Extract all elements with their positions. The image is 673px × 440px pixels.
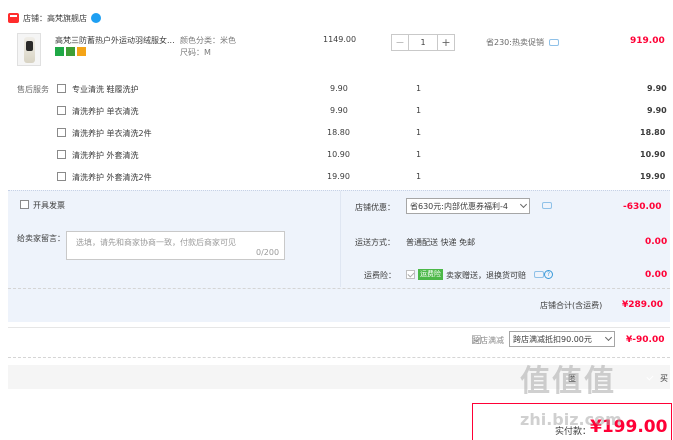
service-qty: 1	[416, 172, 422, 181]
cross-store-select[interactable]: 跨店满减抵扣90.00元	[509, 331, 615, 347]
service-price: 19.90	[327, 172, 350, 181]
service-total: 9.90	[647, 106, 667, 115]
buy-label: 买	[660, 374, 668, 383]
chat-wangwang-icon[interactable]	[91, 13, 101, 23]
cart-item-row: 高梵三防蓄热户外运动羽绒服女... 颜色分类：米色 尺码：M 1149.00 −…	[8, 30, 672, 66]
chevron-down-icon	[604, 333, 613, 342]
service-total: 19.90	[640, 172, 666, 181]
service-checkbox[interactable]	[57, 106, 66, 115]
shipping-label: 运送方式：	[355, 238, 395, 247]
product-badges	[55, 47, 86, 56]
unit-price: 1149.00	[323, 35, 357, 44]
service-price: 9.90	[330, 106, 348, 115]
increase-button[interactable]: +	[438, 35, 454, 50]
service-row: 清洗养护 外套清洗 10.90 1 10.90	[0, 146, 673, 168]
service-name: 专业清洗 鞋履洗护	[72, 85, 139, 94]
cross-store-label: 跨店满减	[472, 336, 504, 345]
shop-total-label: 店铺合计(含运费)	[540, 301, 603, 310]
service-price: 18.80	[327, 128, 350, 137]
shop-coupon-select[interactable]: 省630元:内部优惠券福利-4	[406, 198, 530, 214]
invoice-label: 开具发票	[33, 201, 65, 210]
product-title[interactable]: 高梵三防蓄热户外运动羽绒服女...	[55, 35, 183, 46]
quantity-input[interactable]: 1	[408, 35, 438, 50]
service-qty: 1	[416, 84, 422, 93]
item-total: 919.00	[630, 36, 665, 46]
service-name: 清洗养护 单衣清洗2件	[72, 129, 152, 138]
message-textarea[interactable]: 选填，请先和商家协商一致，付款后商家可见 0/200	[66, 231, 285, 260]
shop-coupon-amount: -630.00	[623, 202, 662, 212]
shop-total-value: ¥289.00	[622, 300, 663, 310]
panel-separator	[8, 288, 670, 289]
insurance-text: 卖家赠送，退换货可赔	[446, 271, 526, 280]
chevron-down-icon	[519, 200, 528, 209]
cross-store-value: 跨店满减抵扣90.00元	[513, 334, 592, 344]
service-total: 18.80	[640, 128, 666, 137]
service-row: 清洗养护 单衣清洗 9.90 1 9.90	[0, 102, 673, 124]
insurance-label: 运费险：	[364, 271, 396, 280]
message-placeholder: 选填，请先和商家协商一致，付款后商家可见	[76, 238, 236, 247]
service-total: 10.90	[640, 150, 666, 159]
quantity-stepper[interactable]: − 1 +	[391, 34, 455, 51]
panel-divider	[340, 191, 341, 287]
guarantee-icon	[66, 47, 75, 56]
service-price: 9.90	[330, 84, 348, 93]
service-checkbox[interactable]	[57, 150, 66, 159]
insurance-tag: 运费险	[418, 269, 443, 280]
message-label: 给卖家留言：	[17, 234, 65, 243]
help-icon[interactable]: ?	[544, 270, 553, 279]
promo-text: 省230:热卖促销	[486, 38, 544, 47]
cross-store-amount: ¥-90.00	[626, 335, 665, 345]
shop-header: 店铺：高梵旗舰店	[8, 11, 101, 25]
service-checkbox[interactable]	[57, 84, 66, 93]
service-checkbox[interactable]	[57, 128, 66, 137]
decrease-button[interactable]: −	[392, 35, 408, 50]
invoice-checkbox[interactable]	[20, 200, 29, 209]
watermark-logo: 值值值	[520, 364, 616, 399]
service-row: 清洗养护 单衣清洗2件 18.80 1 18.80	[0, 124, 673, 146]
seven-day-return-icon	[55, 47, 64, 56]
service-name: 清洗养护 外套清洗	[72, 151, 139, 160]
shop-name[interactable]: 店铺：高梵旗舰店	[23, 13, 87, 24]
service-total: 9.90	[647, 84, 667, 93]
message-counter: 0/200	[256, 248, 280, 257]
insurance-chat-icon[interactable]	[534, 271, 544, 278]
service-qty: 1	[416, 106, 422, 115]
service-qty: 1	[416, 128, 422, 137]
shop-coupon-value: 省630元:内部优惠券福利-4	[410, 201, 508, 211]
insurance-checkbox[interactable]	[406, 270, 415, 279]
shop-icon	[8, 13, 19, 23]
coupon-info-icon[interactable]	[542, 202, 552, 209]
insurance-amount: 0.00	[645, 270, 668, 280]
promo-info-icon[interactable]	[549, 39, 559, 46]
service-name: 清洗养护 外套清洗2件	[72, 173, 152, 182]
watermark-text: zhi.biz.com	[520, 410, 622, 429]
card-payment-icon	[77, 47, 86, 56]
service-name: 清洗养护 单衣清洗	[72, 107, 139, 116]
service-row: 专业清洗 鞋履洗护 9.90 1 9.90	[0, 80, 673, 102]
service-checkbox[interactable]	[57, 172, 66, 181]
shop-coupon-label: 店铺优惠：	[355, 203, 395, 212]
service-qty: 1	[416, 150, 422, 159]
service-row: 清洗养护 外套清洗2件 19.90 1 19.90	[0, 168, 673, 190]
divider	[8, 327, 670, 328]
shipping-value: 普通配送 快递 免邮	[406, 238, 476, 247]
shipping-amount: 0.00	[645, 237, 668, 247]
service-price: 10.90	[327, 150, 350, 159]
spec-color: 颜色分类：米色	[180, 36, 236, 45]
product-thumbnail[interactable]	[17, 33, 41, 66]
spec-size: 尺码：M	[180, 48, 211, 57]
